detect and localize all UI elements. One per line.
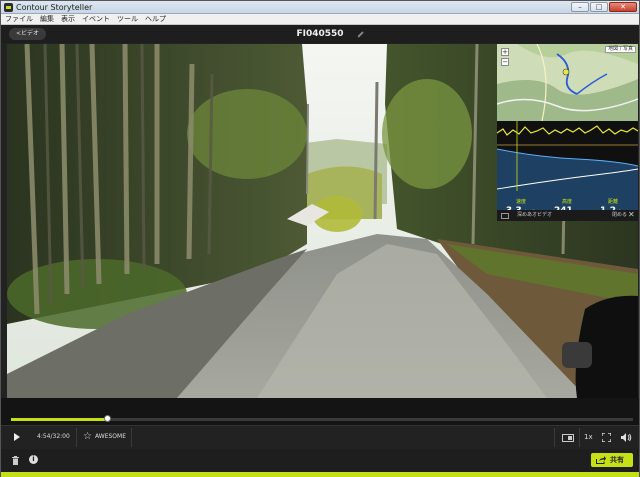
menu-view[interactable]: 表示 (61, 14, 75, 24)
minimize-button[interactable]: – (571, 2, 589, 12)
close-overlay-icon[interactable]: ✕ (628, 211, 635, 219)
overlay-footer: 深めあオビデオ 閉める ✕ (497, 210, 638, 221)
trash-icon[interactable] (12, 456, 19, 465)
divider (579, 428, 580, 447)
seek-progress (11, 418, 107, 421)
playback-speed[interactable]: 1x (584, 432, 593, 442)
status-strip (1, 472, 639, 477)
menu-edit[interactable]: 編集 (40, 14, 54, 24)
menu-event[interactable]: イベント (82, 14, 110, 24)
share-label: 共有 (610, 456, 624, 464)
collapse-overlay-button[interactable]: 閉める (612, 212, 627, 219)
map-type-selector[interactable]: 地図 / 写真 (605, 46, 636, 53)
seek-area (1, 398, 639, 425)
zoom-in-button[interactable]: + (501, 48, 509, 56)
stat-altitude-label: 高度 (561, 199, 572, 205)
info-icon[interactable]: i (29, 455, 38, 464)
volume-icon[interactable] (621, 433, 632, 442)
playback-time: 4:54/32:00 (37, 433, 70, 440)
close-button[interactable]: ✕ (609, 2, 637, 12)
telemetry-overlay: 地図 / 写真 + − 速度 3.3 km/h 高度 241 m (496, 44, 639, 221)
bottom-bar: i 共有 (1, 449, 639, 472)
fullscreen-icon[interactable] (602, 433, 611, 442)
playback-controls: 4:54/32:00 ☆ AWESOME 1x (1, 425, 639, 448)
video-title: FI040550 (296, 29, 344, 39)
stat-distance-label: 距離 (607, 199, 618, 205)
window-controls: – □ ✕ (571, 2, 637, 13)
route-map[interactable]: 地図 / 写真 + − (497, 44, 638, 121)
share-arrow-icon (596, 456, 606, 464)
edit-title-pencil-icon[interactable] (356, 30, 365, 39)
title-bar: Contour Storyteller – □ ✕ (1, 1, 639, 14)
rating-label[interactable]: AWESOME (95, 432, 126, 442)
share-button[interactable]: 共有 (591, 453, 633, 467)
seek-handle[interactable] (104, 415, 111, 422)
telemetry-graph[interactable]: 速度 3.3 km/h 高度 241 m 距離 1.2 km (496, 121, 639, 216)
divider (554, 428, 555, 447)
zoom-out-button[interactable]: − (501, 58, 509, 66)
play-icon[interactable] (14, 433, 20, 441)
divider (76, 428, 77, 447)
video-header: <ビデオ FI040550 (1, 25, 639, 43)
map-image (497, 44, 638, 121)
stat-speed-label: 速度 (515, 199, 526, 205)
window-title: Contour Storyteller (16, 3, 93, 12)
menu-bar: ファイル 編集 表示 イベント ツール ヘルプ (1, 14, 639, 25)
maximize-button[interactable]: □ (590, 2, 608, 12)
grid-icon[interactable] (501, 213, 509, 219)
overlay-footer-label: 深めあオビデオ (517, 212, 553, 218)
menu-tools[interactable]: ツール (117, 14, 138, 24)
star-icon[interactable]: ☆ (83, 432, 92, 442)
overlay-toggle-icon[interactable] (562, 434, 574, 442)
app-window: Contour Storyteller – □ ✕ ファイル 編集 表示 イベン… (0, 0, 640, 477)
menu-help[interactable]: ヘルプ (145, 14, 166, 24)
menu-file[interactable]: ファイル (5, 14, 33, 24)
telemetry-graph-image (496, 121, 639, 210)
app-logo-icon (4, 3, 13, 12)
divider (131, 428, 132, 447)
